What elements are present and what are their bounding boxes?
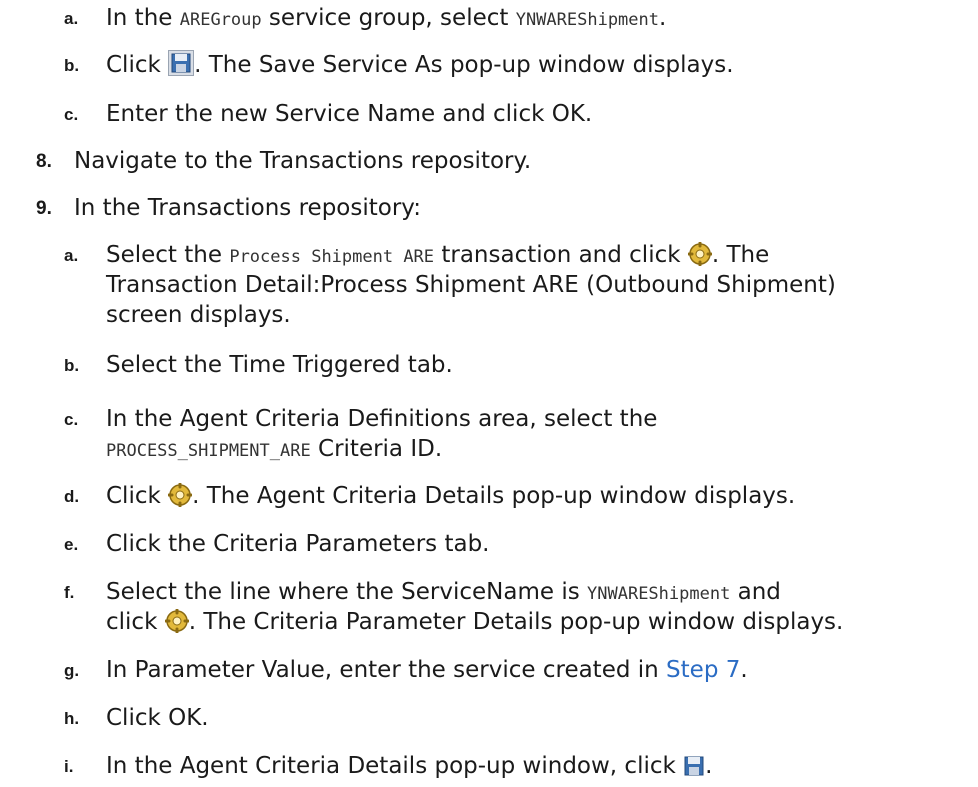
step-9c-text-line2: PROCESS_SHIPMENT_ARE Criteria ID. (106, 436, 443, 462)
step-label: 8. (36, 151, 52, 172)
step-9h-text: Click OK. (106, 705, 209, 731)
details-gear-icon (167, 482, 193, 516)
step-9c-text: In the Agent Criteria Definitions area, … (106, 406, 658, 432)
save-icon (683, 755, 705, 786)
step-9b-text: Select the Time Triggered tab. (106, 352, 453, 378)
transaction-code: Process Shipment ARE (229, 247, 435, 267)
service-code: YNWAREShipment (587, 584, 731, 604)
step-label: 9. (36, 198, 52, 219)
step-label: e. (64, 535, 79, 554)
step-label: c. (64, 105, 79, 124)
step-label: c. (64, 410, 79, 429)
step-label: b. (64, 356, 80, 375)
service-group-code: AREGroup (179, 10, 262, 30)
step-9i-text: In the Agent Criteria Details pop-up win… (106, 751, 712, 786)
step-label: f. (64, 583, 75, 602)
step-9e-text: Click the Criteria Parameters tab. (106, 531, 490, 557)
step-7a-text: In the AREGroup service group, select YN… (106, 5, 667, 31)
step-label: h. (64, 709, 80, 728)
step-8-text: Navigate to the Transactions repository. (74, 148, 532, 174)
step-9f-text: Select the line where the ServiceName is… (106, 579, 781, 605)
step-label: b. (64, 56, 80, 75)
criteria-id-code: PROCESS_SHIPMENT_ARE (106, 441, 311, 461)
document-page: a. In the AREGroup service group, select… (0, 0, 978, 787)
step-label: g. (64, 661, 80, 680)
step-label: d. (64, 487, 80, 506)
save-icon (168, 50, 195, 85)
step-9g-text: In Parameter Value, enter the service cr… (106, 657, 748, 683)
step-7c-text: Enter the new Service Name and click OK. (106, 101, 593, 127)
step-label: i. (64, 757, 74, 776)
step-label: a. (64, 246, 79, 265)
step-9a-text-line3: screen displays. (106, 302, 291, 328)
step-7-link[interactable]: Step 7 (666, 657, 740, 683)
service-code: YNWAREShipment (515, 10, 659, 30)
details-gear-icon (164, 608, 190, 642)
step-7b-text: Click . The Save Service As pop-up windo… (106, 50, 734, 85)
step-9a-text-line2: Transaction Detail:Process Shipment ARE … (106, 272, 836, 298)
step-9d-text: Click . The Agent Criteria Details pop-u… (106, 481, 795, 516)
step-9f-text-line2: click . The Criteria Parameter Details p… (106, 607, 843, 642)
step-9-text: In the Transactions repository: (74, 195, 421, 221)
step-label: a. (64, 9, 79, 28)
